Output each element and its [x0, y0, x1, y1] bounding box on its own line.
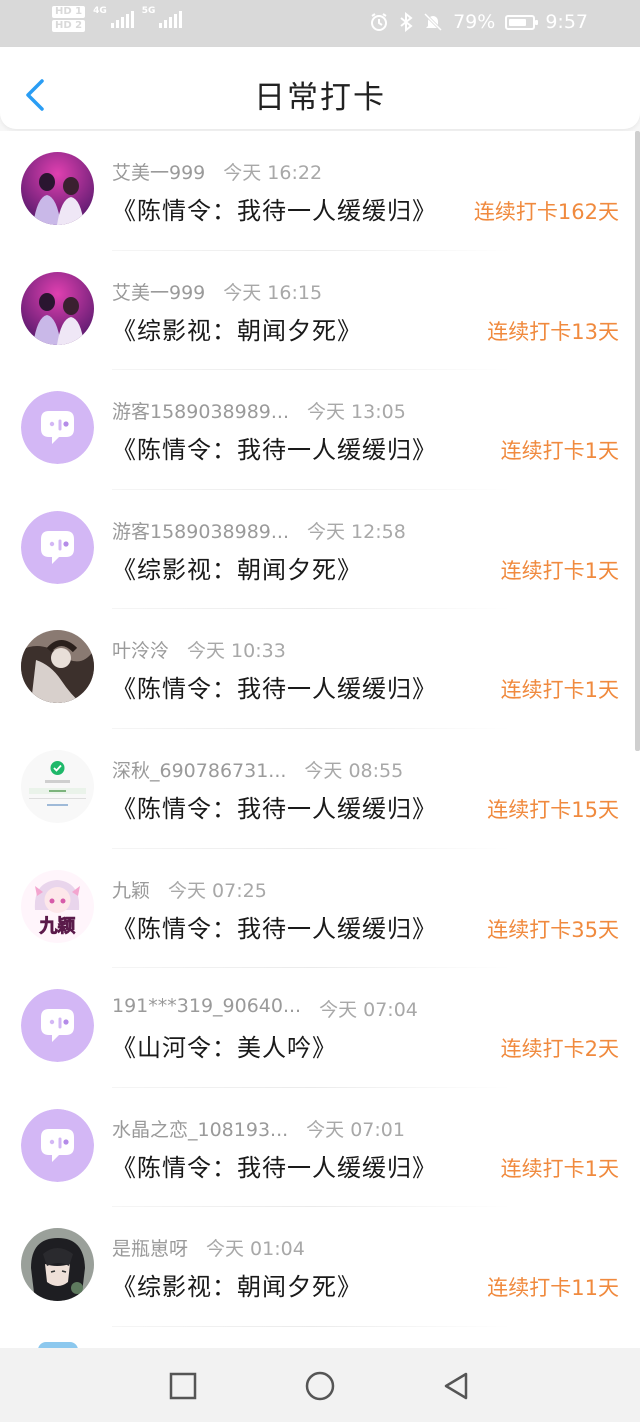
- clock: 9:57: [545, 11, 588, 33]
- checkin-item[interactable]: 艾美一999 今天 16:15 《综影视：朝闻夕死》 连续打卡13天: [0, 251, 640, 371]
- checkin-item[interactable]: 九颖 九颖 今天 07:25 《陈情令：我待一人缓缓归》 连续打卡35天: [0, 849, 640, 969]
- username[interactable]: 艾美一999: [112, 158, 205, 185]
- username[interactable]: 水晶之恋_108193...: [112, 1115, 288, 1142]
- username[interactable]: 游客1589038989...: [112, 517, 289, 544]
- username[interactable]: 是瓶崽呀: [112, 1234, 188, 1261]
- checkin-time: 今天 12:58: [307, 520, 406, 543]
- divider: [112, 1325, 512, 1327]
- streak-badge: 连续打卡1天: [500, 1156, 619, 1181]
- username[interactable]: 叶泠泠: [112, 636, 169, 663]
- streak-badge: 连续打卡1天: [500, 439, 619, 464]
- checkin-time: 今天 08:55: [304, 759, 404, 782]
- username[interactable]: 191***319_90640...: [112, 995, 301, 1022]
- signal-icon-2: [159, 10, 183, 28]
- checkin-item[interactable]: 游客1589038989... 今天 12:58 《综影视：朝闻夕死》 连续打卡1天: [0, 490, 640, 610]
- hd-indicator: HD 1 HD 2: [52, 6, 86, 32]
- item-meta: 艾美一999 今天 16:15: [112, 278, 322, 305]
- avatar[interactable]: [21, 749, 94, 823]
- avatar[interactable]: [21, 1228, 94, 1302]
- streak-badge: 连续打卡15天: [487, 797, 619, 822]
- checkin-time: 今天 16:22: [223, 162, 323, 184]
- svg-text:九颖: 九颖: [39, 915, 76, 937]
- item-meta: 叶泠泠 今天 10:33: [112, 636, 286, 663]
- work-title[interactable]: 《综影视：朝闻夕死》: [112, 550, 362, 585]
- alarm-icon: [371, 13, 388, 31]
- avatar[interactable]: [21, 510, 94, 584]
- signal-icon: [110, 10, 134, 28]
- work-title[interactable]: 《综影视：朝闻夕死》: [112, 311, 362, 346]
- username[interactable]: 深秋_690786731...: [112, 756, 286, 783]
- checkin-time: 今天 16:15: [223, 281, 323, 304]
- streak-badge: 连续打卡11天: [487, 1276, 619, 1301]
- avatar[interactable]: [21, 1108, 94, 1182]
- item-meta: 深秋_690786731... 今天 08:55: [112, 756, 403, 783]
- checkin-time: 今天 10:33: [187, 640, 286, 663]
- item-meta: 九颖 今天 07:25: [112, 876, 267, 903]
- item-meta: 游客1589038989... 今天 12:58: [112, 517, 406, 544]
- checkin-time: 今天 07:25: [168, 879, 267, 902]
- network-type-2: 5G: [141, 6, 156, 16]
- item-meta: 艾美一999 今天 16:22: [112, 158, 322, 185]
- checkin-item[interactable]: 艾美一999 今天 16:22 《陈情令：我待一人缓缓归》 连续打卡162天: [0, 131, 640, 251]
- battery-icon: [505, 14, 539, 30]
- username[interactable]: 游客1589038989...: [112, 397, 289, 424]
- username[interactable]: 艾美一999: [112, 278, 205, 305]
- avatar[interactable]: [21, 152, 94, 225]
- triangle-back-icon[interactable]: [440, 1370, 472, 1402]
- streak-badge: 连续打卡162天: [473, 200, 619, 224]
- work-title[interactable]: 《陈情令：我待一人缓缓归》: [112, 909, 437, 944]
- checkin-item[interactable]: 深秋_690786731... 今天 08:55 《陈情令：我待一人缓缓归》 连续打卡…: [0, 729, 640, 849]
- item-meta: 是瓶崽呀 今天 01:04: [112, 1234, 305, 1261]
- checkin-item[interactable]: 水晶之恋_108193... 今天 07:01 《陈情令：我待一人缓缓归》 连续打卡1…: [0, 1088, 640, 1208]
- work-title[interactable]: 《陈情令：我待一人缓缓归》: [112, 1148, 437, 1183]
- network-type-1: 4G: [93, 6, 107, 16]
- hd2-badge: HD 2: [52, 20, 86, 32]
- square-icon[interactable]: [167, 1370, 199, 1402]
- page-title: 日常打卡: [254, 80, 386, 116]
- work-title[interactable]: 《陈情令：我待一人缓缓归》: [112, 789, 437, 824]
- checkin-time: 今天 01:04: [206, 1238, 305, 1261]
- checkin-time: 今天 13:05: [307, 401, 406, 424]
- streak-badge: 连续打卡2天: [500, 1037, 619, 1062]
- checkin-time: 今天 07:04: [319, 999, 418, 1022]
- battery-percent: 79%: [453, 11, 496, 33]
- item-meta: 水晶之恋_108193... 今天 07:01: [112, 1115, 405, 1142]
- checkin-item[interactable]: 是瓶崽呀 今天 01:04 《综影视：朝闻夕死》 连续打卡11天: [0, 1207, 640, 1327]
- checkin-item[interactable]: 叶泠泠 今天 10:33 《陈情令：我待一人缓缓归》 连续打卡1天: [0, 609, 640, 729]
- checkin-list[interactable]: 艾美一999 今天 16:22 《陈情令：我待一人缓缓归》 连续打卡162天 艾美一99…: [0, 131, 640, 1348]
- work-title[interactable]: 《陈情令：我待一人缓缓归》: [112, 430, 437, 465]
- work-title[interactable]: 《综影视：朝闻夕死》: [112, 1267, 362, 1302]
- avatar[interactable]: 九颖: [21, 869, 94, 943]
- work-title[interactable]: 《山河令：美人吟》: [112, 1028, 337, 1063]
- circle-icon[interactable]: [304, 1370, 336, 1402]
- work-title[interactable]: 《陈情令：我待一人缓缓归》: [112, 191, 437, 226]
- top-bar: 日常打卡: [0, 47, 640, 129]
- checkin-item[interactable]: 191***319_90640... 今天 07:04 《山河令：美人吟》 连续打卡2…: [0, 968, 640, 1088]
- streak-badge: 连续打卡1天: [500, 558, 619, 583]
- item-meta: 游客1589038989... 今天 13:05: [112, 397, 406, 424]
- scrollbar[interactable]: [635, 131, 640, 751]
- work-title[interactable]: 《陈情令：我待一人缓缓归》: [112, 669, 437, 704]
- avatar[interactable]: [21, 630, 94, 704]
- bluetooth-icon: [400, 12, 413, 32]
- avatar[interactable]: [21, 989, 94, 1063]
- streak-badge: 连续打卡13天: [487, 319, 619, 344]
- hd1-badge: HD 1: [52, 6, 86, 18]
- checkin-item[interactable]: 游客1589038989... 今天 13:05 《陈情令：我待一人缓缓归》 连续打卡…: [0, 370, 640, 490]
- streak-badge: 连续打卡35天: [487, 917, 619, 942]
- checkin-time: 今天 07:01: [306, 1118, 405, 1141]
- item-meta: 191***319_90640... 今天 07:04: [112, 995, 418, 1022]
- status-bar: HD 1 HD 2 4G 5G 79% 9:57: [0, 0, 640, 47]
- avatar[interactable]: [21, 271, 94, 345]
- avatar[interactable]: [21, 391, 94, 465]
- username[interactable]: 九颖: [112, 876, 150, 903]
- streak-badge: 连续打卡1天: [500, 678, 619, 703]
- system-nav-bar: [0, 1348, 640, 1422]
- mute-bell-icon: [424, 12, 443, 32]
